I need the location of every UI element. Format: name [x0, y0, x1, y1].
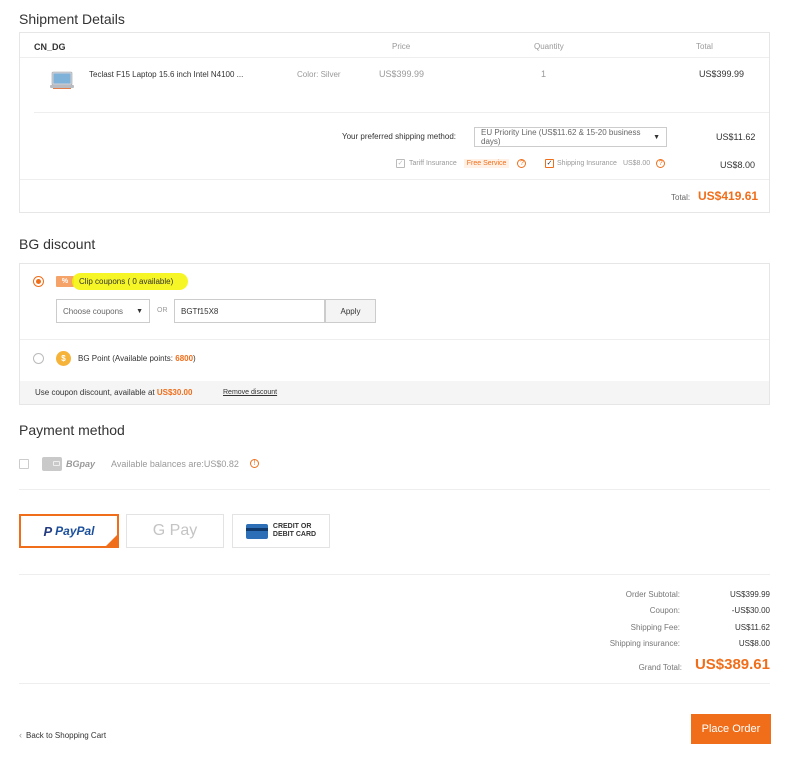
tariff-insurance-label: Tariff Insurance	[409, 160, 457, 167]
bg-point-radio[interactable]	[33, 353, 44, 364]
coin-icon: $	[56, 351, 71, 366]
bgpay-label[interactable]: BGpay	[66, 459, 95, 469]
shipping-insurance-summary-value: US$8.00	[738, 639, 770, 648]
card-option[interactable]: CREDIT OR DEBIT CARD	[232, 514, 330, 548]
apply-button[interactable]: Apply	[325, 299, 376, 323]
bg-point-prefix: BG Point (Available points:	[78, 354, 176, 363]
insurance-help-icon[interactable]: ?	[656, 159, 666, 168]
or-label: OR	[157, 307, 168, 314]
chevron-left-icon: ‹	[19, 730, 22, 740]
gpay-option[interactable]: G Pay	[126, 514, 224, 548]
paypal-option[interactable]: P PayPal	[19, 514, 119, 548]
shipping-insurance-summary-label: Shipping insurance:	[609, 639, 680, 648]
shipment-box: CN_DG Price Quantity Total Teclast F15 L…	[19, 32, 770, 213]
card-label-line2: DEBIT CARD	[272, 531, 317, 538]
coupon-notice-value: US$30.00	[156, 388, 193, 397]
paypal-logo-icon: P	[43, 523, 53, 539]
shipping-cost: US$11.62	[716, 132, 756, 142]
selected-corner-icon	[106, 535, 117, 546]
shipment-title: Shipment Details	[19, 11, 125, 27]
subtotal-label: Order Subtotal:	[625, 590, 680, 599]
coupon-code-input[interactable]: BGTf15X8	[174, 299, 325, 323]
header-price: Price	[392, 42, 411, 51]
place-order-button[interactable]: Place Order	[691, 714, 771, 744]
free-service-badge: Free Service	[463, 159, 510, 168]
divider	[20, 179, 769, 180]
store-name: CN_DG	[34, 42, 66, 52]
divider	[20, 339, 769, 340]
coupon-notice-prefix: Use coupon discount, available at	[35, 388, 157, 397]
back-to-cart-label: Back to Shopping Cart	[26, 730, 107, 740]
coupon-notice: Use coupon discount, available at US$30.…	[35, 388, 192, 397]
product-price: US$399.99	[379, 69, 425, 79]
card-label-line1: CREDIT OR	[272, 523, 312, 530]
subtotal-value: US$399.99	[729, 590, 770, 599]
back-to-cart-link[interactable]: ‹ Back to Shopping Cart	[19, 730, 106, 740]
shipping-method-value: EU Priority Line (US$11.62 & 15-20 busin…	[481, 128, 641, 146]
header-quantity: Quantity	[534, 42, 564, 51]
tariff-insurance-checkbox[interactable]: ✓	[396, 159, 405, 168]
shipping-insurance-label: Shipping Insurance	[557, 160, 617, 167]
divider	[19, 683, 770, 684]
divider	[20, 57, 769, 58]
header-total: Total	[696, 42, 713, 51]
total-label: Total:	[671, 193, 691, 202]
product-total: US$399.99	[699, 69, 745, 79]
divider	[19, 489, 770, 490]
paypal-label: PayPal	[55, 524, 95, 538]
choose-coupons-label: Choose coupons	[63, 306, 124, 316]
choose-coupons-select[interactable]: Choose coupons ▼	[56, 299, 150, 323]
shipping-method-label: Your preferred shipping method:	[342, 132, 456, 141]
tariff-help-icon[interactable]: ?	[517, 159, 527, 168]
shipping-method-select[interactable]: EU Priority Line (US$11.62 & 15-20 busin…	[474, 127, 667, 147]
discount-title: BG discount	[19, 236, 96, 252]
remove-discount-link[interactable]: Remove discount	[223, 389, 277, 396]
total-value: US$419.61	[698, 189, 759, 203]
wallet-icon	[42, 457, 62, 471]
product-image[interactable]	[49, 71, 75, 91]
clip-coupons-label[interactable]: Clip coupons ( 0 available)	[79, 277, 173, 286]
insurance-total: US$8.00	[720, 160, 756, 170]
bg-point-value: 6800	[175, 354, 194, 363]
shipping-insurance-price: US$8.00	[622, 160, 651, 167]
product-color: Color: Silver	[297, 70, 341, 79]
payment-title: Payment method	[19, 422, 125, 438]
chevron-down-icon: ▼	[136, 307, 143, 315]
clip-coupons-radio[interactable]	[33, 276, 44, 287]
divider	[19, 574, 770, 575]
bg-point-suffix: )	[193, 354, 196, 363]
chevron-down-icon: ▼	[653, 133, 660, 141]
info-icon[interactable]: !	[250, 459, 259, 468]
product-quantity: 1	[541, 69, 547, 79]
shipping-fee-label: Shipping Fee:	[630, 623, 680, 632]
grand-total-value: US$389.61	[694, 656, 770, 673]
coupon-notice-bar: Use coupon discount, available at US$30.…	[20, 381, 769, 404]
coupon-label: Coupon:	[649, 606, 680, 615]
bgpay-balance: Available balances are:US$0.82	[111, 459, 239, 469]
shipping-fee-value: US$11.62	[735, 623, 770, 632]
coupon-value: -US$30.00	[731, 606, 770, 615]
bg-point-label[interactable]: BG Point (Available points: 6800)	[78, 354, 196, 363]
shipping-insurance-checkbox[interactable]: ✓	[545, 159, 554, 168]
product-name[interactable]: Teclast F15 Laptop 15.6 inch Intel N4100…	[89, 70, 243, 79]
discount-box: % Clip coupons ( 0 available) Choose cou…	[19, 263, 770, 405]
divider	[34, 112, 769, 113]
gpay-label: G Pay	[152, 522, 198, 539]
credit-card-icon	[245, 523, 268, 539]
bgpay-checkbox[interactable]	[19, 459, 29, 469]
